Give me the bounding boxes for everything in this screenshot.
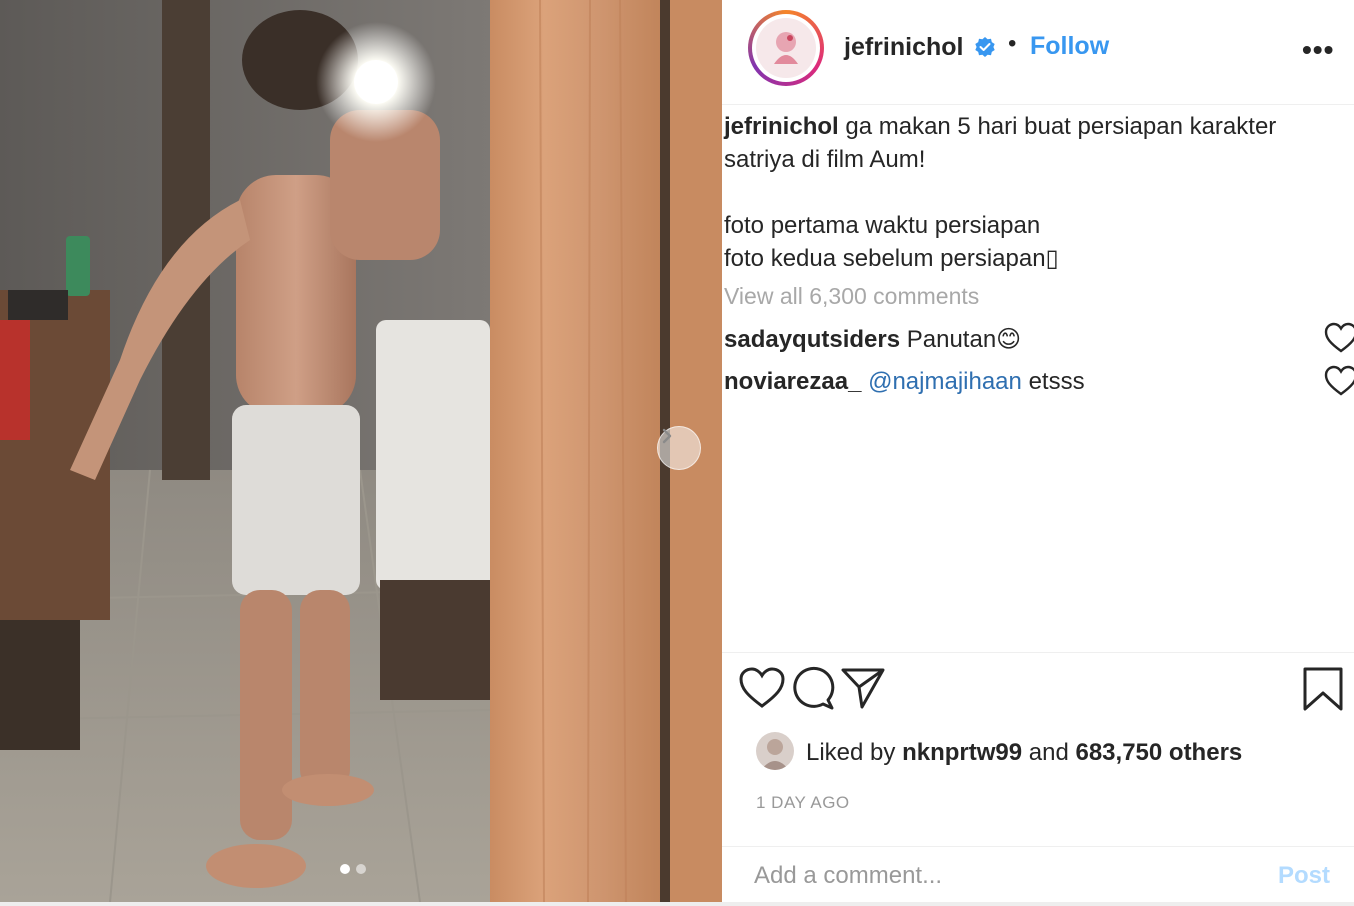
post-details-panel: jefrinichol • Follow ••• jefrinichol ga … (722, 0, 1354, 902)
comment-text: Panutan (906, 326, 997, 353)
caption-line: foto pertama waktu persiapan (724, 212, 1041, 239)
post-header: jefrinichol • Follow ••• (722, 0, 1354, 100)
comment-item: noviarezaa_ @najmajihaan etsss (724, 368, 1085, 396)
view-all-comments-link[interactable]: View all 6,300 comments (724, 283, 979, 310)
actions-divider (722, 652, 1354, 653)
carousel-dot-2 (356, 864, 366, 874)
post-timestamp[interactable]: 1 DAY AGO (756, 793, 850, 813)
page-bottom-edge (0, 902, 1354, 906)
header-separator: • (1008, 30, 1017, 57)
caption-line (724, 176, 1344, 209)
comment-text: etsss (1028, 368, 1085, 395)
verified-badge-icon (975, 37, 995, 57)
likes-summary: Liked by nknprtw99 and 683,750 others (756, 732, 1336, 772)
caption-line: foto kedua sebelum persiapan▯ (724, 245, 1059, 272)
comment-item: sadayqutsiders Panutan😊 (724, 325, 1021, 354)
bookmark-icon[interactable] (1302, 666, 1344, 712)
carousel-indicator (340, 864, 366, 874)
chevron-right-icon (662, 428, 672, 444)
caption-username[interactable]: jefrinichol (724, 113, 839, 140)
more-options-icon[interactable]: ••• (1302, 34, 1334, 66)
post-photo[interactable] (0, 0, 722, 902)
avatar (756, 18, 816, 78)
liker-username[interactable]: nknprtw99 (902, 739, 1022, 766)
paper-plane-icon[interactable] (840, 666, 886, 710)
post-comment-button[interactable]: Post (1278, 862, 1330, 890)
comment-like-heart-icon[interactable] (1324, 322, 1354, 354)
mirror-selfie-image (0, 0, 722, 902)
post-actions (722, 660, 1354, 716)
username-link[interactable]: jefrinichol (844, 33, 963, 62)
carousel-next-button[interactable] (657, 426, 701, 470)
comment-username[interactable]: noviarezaa_ (724, 368, 861, 395)
heart-icon[interactable] (738, 666, 786, 710)
carousel-dot-1 (340, 864, 350, 874)
story-ring[interactable] (748, 10, 824, 86)
comment-mention[interactable]: @najmajihaan (868, 368, 1022, 395)
comment-box-divider (722, 846, 1354, 847)
liker-avatar[interactable] (756, 732, 794, 770)
follow-button[interactable]: Follow (1030, 32, 1109, 61)
comment-bubble-icon[interactable] (790, 666, 836, 712)
smile-emoji: 😊 (996, 326, 1022, 353)
comment-like-heart-icon[interactable] (1324, 365, 1354, 397)
likes-middle: and (1028, 739, 1069, 766)
add-comment-input[interactable] (754, 862, 1254, 890)
likes-prefix: Liked by (806, 739, 896, 766)
post-caption: jefrinichol ga makan 5 hari buat persiap… (724, 110, 1344, 275)
comment-username[interactable]: sadayqutsiders (724, 326, 900, 353)
likes-count-link[interactable]: 683,750 others (1075, 739, 1242, 766)
caption-line: satriya di film Aum! (724, 146, 926, 173)
header-divider (722, 104, 1354, 105)
likes-text: Liked by nknprtw99 and 683,750 others (806, 739, 1242, 767)
caption-line: ga makan 5 hari buat persiapan karakter (845, 113, 1277, 140)
